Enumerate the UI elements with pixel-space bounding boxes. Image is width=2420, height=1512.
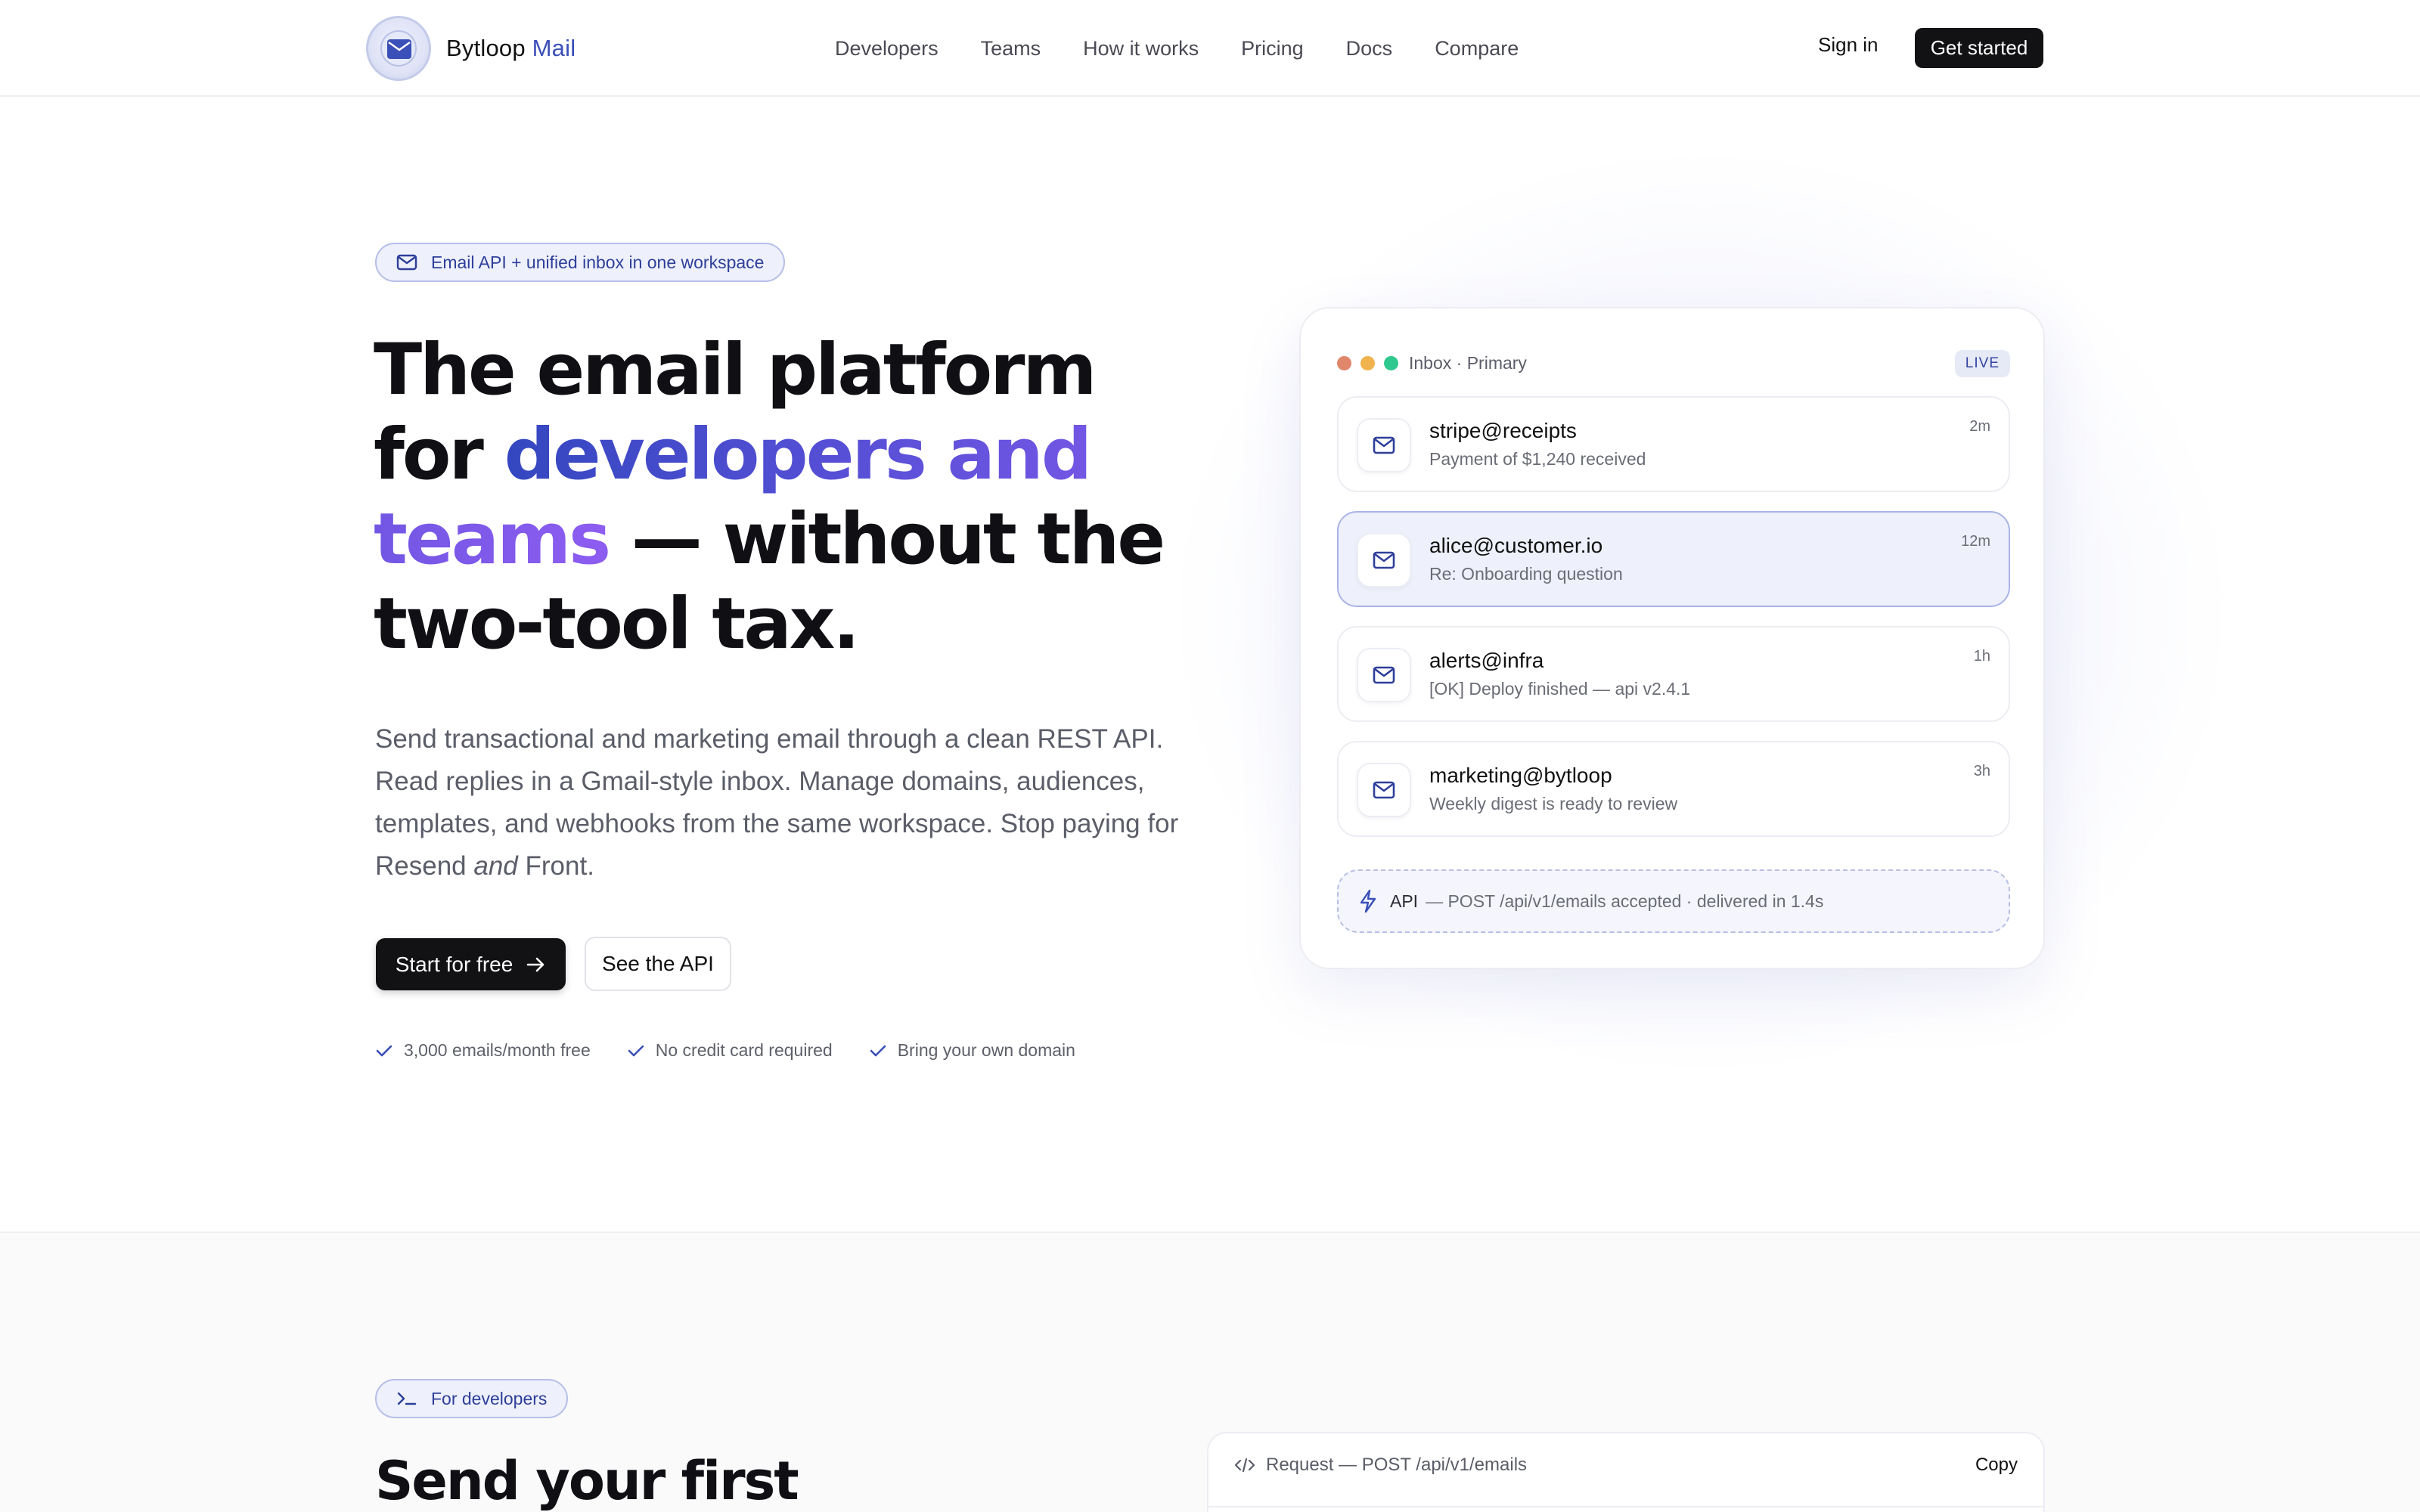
code-icon [1234,1458,1255,1473]
nav-links: Developers Teams How it works Pricing Do… [835,0,1561,97]
nav-link-pricing[interactable]: Pricing [1241,37,1304,60]
hero-checklist: 3,000 emails/month free No credit card r… [375,1040,1112,1061]
mail-subject: Weekly digest is ready to review [1429,794,1678,813]
terminal-icon [397,1392,417,1405]
mail-subject: [OK] Deploy finished — api v2.4.1 [1429,679,1691,699]
hero-subtitle: Send transactional and marketing email t… [375,724,1179,881]
envelope-icon [1357,533,1411,587]
start-for-free-button[interactable]: Start for free [376,938,566,990]
brand-logo-icon [366,16,431,81]
top-nav: Bytloop Mail Developers Teams How it wor… [0,0,2420,97]
inbox-mail-item[interactable]: marketing@bytloop Weekly digest is ready… [1337,741,2010,837]
brand-name: Bytloop Mail [446,35,576,61]
nav-link-developers[interactable]: Developers [835,37,939,60]
mail-time: 3h [1973,763,1990,779]
envelope-icon [1357,763,1411,817]
lightning-icon [1360,889,1376,913]
mail-subject: Re: Onboarding question [1429,564,1623,584]
inbox-mail-item[interactable]: alerts@infra [OK] Deploy finished — api … [1337,626,2010,722]
mail-time: 12m [1961,533,1990,550]
mail-time: 1h [1973,648,1990,665]
mail-sender: stripe@receipts [1429,419,1577,442]
window-dot-icon [1384,355,1398,370]
mail-sender: alerts@infra [1429,649,1544,672]
mail-icon [396,254,417,271]
checklist-item: Bring your own domain [869,1040,1075,1061]
inbox-header: Inbox · Primary LIVE [1337,346,2010,380]
inbox-mail-item-selected[interactable]: alice@customer.io Re: Onboarding questio… [1337,511,2010,607]
checklist-item: 3,000 emails/month free [375,1040,591,1061]
nav-link-how-it-works[interactable]: How it works [1083,37,1199,60]
hero-title: The email platform for developers and te… [374,329,1165,665]
sign-in-link[interactable]: Sign in [1818,33,1879,57]
copy-button[interactable]: Copy [1975,1455,2018,1476]
developers-title: Send your first [375,1450,799,1512]
arrow-right-icon [527,957,544,971]
inbox-mail-item[interactable]: stripe@receipts Payment of $1,240 receiv… [1337,396,2010,492]
window-dot-icon [1337,355,1351,370]
checklist-item: No credit card required [627,1040,833,1061]
code-card-header: Request — POST /api/v1/emails [1234,1455,1527,1476]
api-status-bar: API — POST /api/v1/emails accepted · del… [1337,869,2010,933]
api-status-text: — POST /api/v1/emails accepted · deliver… [1426,891,1824,911]
hero-pill-badge: Email API + unified inbox in one workspa… [375,243,786,282]
inbox-title: Inbox · Primary [1409,352,1527,373]
mail-sender: alice@customer.io [1429,534,1603,557]
divider [1208,1506,2043,1507]
check-icon [628,1045,644,1056]
inbox-preview-card: Inbox · Primary LIVE stripe@receipts Pay… [1299,307,2045,969]
mail-subject: Payment of $1,240 received [1429,449,1646,469]
check-icon [376,1045,392,1056]
request-label: Request — POST /api/v1/emails [1266,1455,1528,1475]
check-icon [870,1045,886,1056]
mail-sender: marketing@bytloop [1429,764,1612,787]
window-dot-icon [1360,355,1375,370]
envelope-icon [1357,648,1411,702]
mail-time: 2m [1969,418,1990,435]
live-badge: LIVE [1954,350,2010,377]
hero-pill-text: Email API + unified inbox in one workspa… [431,252,765,272]
request-code-card: Request — POST /api/v1/emails Copy [1207,1432,2045,1512]
see-the-api-button[interactable]: See the API [585,937,731,991]
brand[interactable]: Bytloop Mail [366,15,576,82]
developers-pill-badge: For developers [375,1379,569,1418]
api-label: API [1390,891,1419,911]
get-started-button[interactable]: Get started [1915,28,2043,68]
nav-link-compare[interactable]: Compare [1435,37,1519,60]
nav-link-docs[interactable]: Docs [1346,37,1393,60]
envelope-icon [1357,418,1411,472]
nav-link-teams[interactable]: Teams [981,37,1041,60]
